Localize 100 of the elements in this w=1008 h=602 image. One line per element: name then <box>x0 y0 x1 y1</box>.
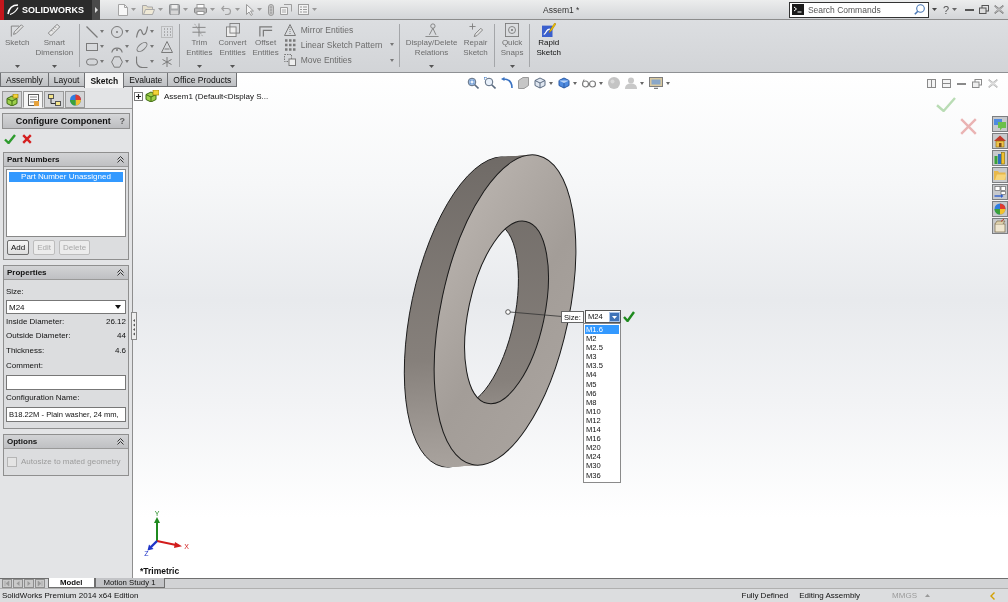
speech-bubbles-icon[interactable] <box>992 116 1008 132</box>
last-arrow-icon[interactable] <box>35 579 45 588</box>
command-tab[interactable]: Sketch <box>84 73 125 88</box>
double-chevron-icon[interactable] <box>117 269 124 276</box>
field-label: Configuration Name: <box>6 391 81 403</box>
house-icon[interactable] <box>992 133 1008 149</box>
swoosh-logo-icon <box>7 4 19 15</box>
terminal-icon <box>791 4 804 15</box>
y-axis-arrow <box>154 517 160 542</box>
expand-box-icon[interactable] <box>134 91 143 101</box>
close-icon[interactable] <box>994 5 1004 14</box>
command-tab[interactable]: Evaluate <box>123 73 169 87</box>
next-arrow-icon[interactable] <box>24 579 34 588</box>
point-icon[interactable] <box>161 55 174 68</box>
tile-vertical-icon[interactable] <box>927 79 936 88</box>
select-arrow-icon[interactable] <box>246 3 254 16</box>
caret-icon[interactable] <box>931 8 937 11</box>
magnifier-box-icon[interactable] <box>484 77 496 89</box>
property-label: Thickness: <box>6 345 45 355</box>
collapse-handle-icon[interactable] <box>131 312 137 340</box>
command-tab[interactable]: Assembly <box>0 73 49 87</box>
checkmark-icon[interactable] <box>622 311 635 322</box>
command-tab[interactable]: Layout <box>47 73 86 87</box>
sphere-icon[interactable] <box>608 77 620 89</box>
rectangle-icon[interactable] <box>86 40 99 53</box>
ellipse-icon[interactable] <box>136 40 149 53</box>
chevron-left-icon[interactable] <box>990 591 995 600</box>
box-icon[interactable] <box>992 218 1008 234</box>
minimize-icon[interactable] <box>965 8 974 11</box>
search-icon[interactable] <box>913 4 925 15</box>
monitor-icon[interactable] <box>649 77 663 89</box>
add-button[interactable]: Add <box>7 240 30 255</box>
tile-horizontal-icon[interactable] <box>942 79 951 88</box>
status-text: SolidWorks Premium 2014 x64 Edition <box>2 591 139 600</box>
logo-text: SOLIDWORKS <box>22 4 84 15</box>
dropdown-arrow-icon[interactable] <box>608 311 620 322</box>
minimize-icon[interactable] <box>957 82 966 85</box>
status-text: Fully Defined <box>741 591 789 600</box>
close-icon[interactable] <box>988 79 998 88</box>
overlapping-pages-icon[interactable] <box>280 4 292 15</box>
previous-arrow-icon[interactable] <box>13 579 23 588</box>
property-label: Outside Diameter: <box>6 331 71 341</box>
field-label: Size: <box>6 286 25 297</box>
caret-icon[interactable] <box>115 305 121 309</box>
property-value: 26.12 <box>105 316 126 326</box>
spline-icon[interactable] <box>136 25 149 38</box>
leader-line <box>505 309 562 317</box>
x-axis-arrow <box>156 540 182 548</box>
glasses-icon[interactable] <box>582 78 596 88</box>
curved-arrow-icon[interactable] <box>501 77 513 89</box>
polygon-icon[interactable] <box>111 55 124 68</box>
bar-chart-icon[interactable] <box>992 150 1008 166</box>
cube-icon[interactable] <box>534 77 546 89</box>
tree-item[interactable]: Assem1 (Default<Display S... <box>164 91 269 101</box>
property-value: 4.6 <box>114 345 126 355</box>
property-label: Inside Diameter: <box>6 316 65 326</box>
double-chevron-icon[interactable] <box>117 437 124 445</box>
right-triangle-icon[interactable] <box>94 6 98 13</box>
view-name: *Trimetric <box>140 566 180 576</box>
double-chevron-icon[interactable] <box>117 156 124 163</box>
triangle-icon[interactable] <box>161 40 174 53</box>
open-folder-icon[interactable] <box>142 4 155 15</box>
group-title: Part Numbers <box>7 155 60 164</box>
first-arrow-icon[interactable] <box>2 579 12 588</box>
restore-icon[interactable] <box>972 79 982 88</box>
undo-icon[interactable] <box>221 4 232 15</box>
caret-up-icon[interactable] <box>925 594 930 597</box>
shaded-cube-icon[interactable] <box>558 77 570 89</box>
slot-icon[interactable] <box>86 55 99 68</box>
color-ball-icon[interactable] <box>992 201 1008 217</box>
fillet-icon[interactable] <box>136 55 149 68</box>
print-icon[interactable] <box>194 4 207 15</box>
cross-icon[interactable] <box>960 118 977 135</box>
help-button[interactable]: ? <box>115 116 129 126</box>
restore-icon[interactable] <box>979 5 989 14</box>
hexagon-block-icon[interactable] <box>518 77 529 89</box>
document-title: Assem1 * <box>543 4 580 15</box>
dot-grid-icon[interactable] <box>161 25 174 38</box>
help-button[interactable]: ? <box>942 3 949 16</box>
assembly-icon[interactable] <box>145 90 159 102</box>
options-list-icon[interactable] <box>298 4 309 15</box>
new-document-icon[interactable] <box>118 3 128 16</box>
circle-icon[interactable] <box>111 25 124 38</box>
folder-icon[interactable] <box>992 167 1008 183</box>
traffic-light-icon[interactable] <box>268 3 274 16</box>
ribbon-button[interactable]: Rapid Sketch <box>533 22 564 72</box>
line-icon[interactable] <box>86 25 99 38</box>
property-value: 44 <box>117 331 126 341</box>
magnifier-frame-icon[interactable] <box>467 77 479 89</box>
checkmark-icon[interactable] <box>4 133 16 144</box>
cross-icon[interactable] <box>22 133 32 144</box>
menu-arrow-button[interactable] <box>92 0 100 20</box>
search-field[interactable]: Search Commands <box>788 1 929 18</box>
group-title: Properties <box>7 268 47 277</box>
size-select[interactable]: M24 <box>6 300 126 314</box>
colored-sketch-icon[interactable] <box>541 23 556 37</box>
save-icon[interactable] <box>169 4 180 15</box>
command-tab[interactable]: Office Products <box>167 73 238 87</box>
comment-field[interactable] <box>6 374 126 390</box>
field-label: Comment: <box>6 359 44 371</box>
